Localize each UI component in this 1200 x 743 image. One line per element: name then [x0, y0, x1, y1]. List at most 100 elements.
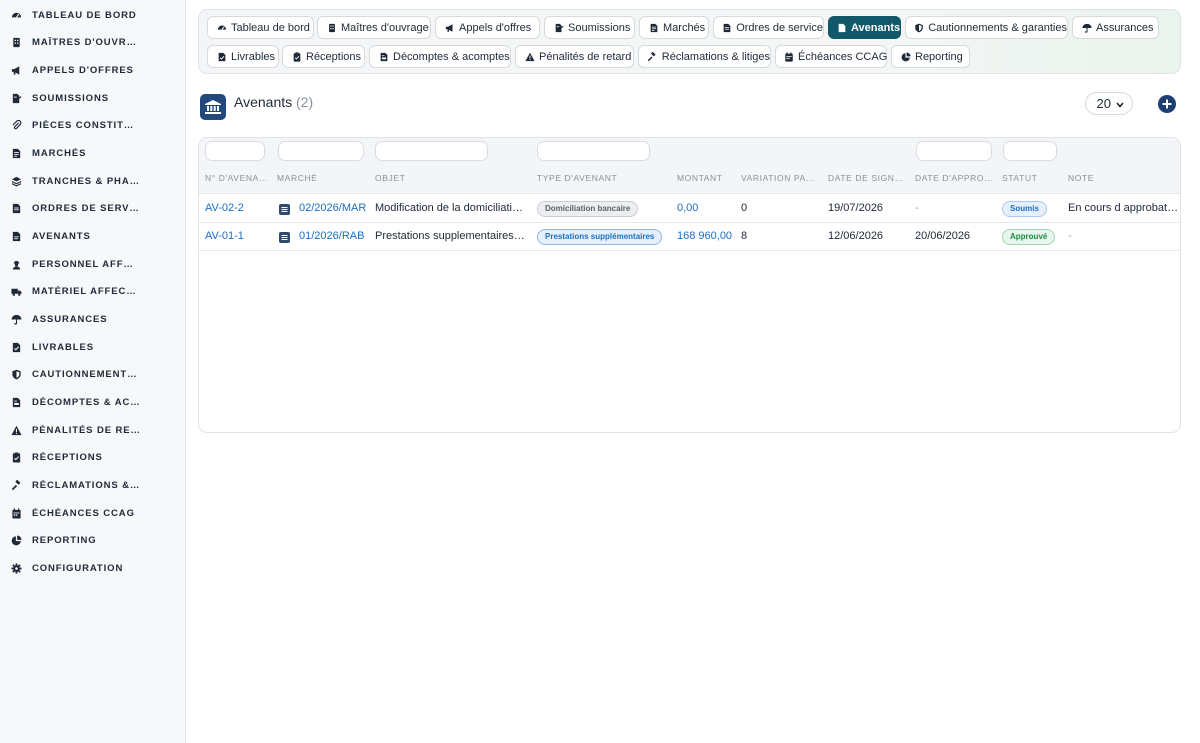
file-lines-icon [722, 22, 732, 33]
tab-avenants[interactable]: Avenants [828, 16, 901, 39]
status-badge: Soumis [1002, 201, 1047, 217]
sidebar-item-label: Assurances [32, 313, 108, 325]
sidebar-item-receptions[interactable]: Réceptions [0, 446, 186, 468]
filter-objet-input[interactable] [375, 141, 488, 161]
column-header[interactable]: Marché [277, 163, 367, 194]
marche-link[interactable]: 02/2026/MAR [299, 195, 369, 222]
column-header[interactable]: Objet [375, 163, 530, 194]
tab-maitres-d-ouvrage[interactable]: Maîtres d'ouvrage [317, 16, 431, 39]
sidebar-item-tranches-phases[interactable]: Tranches & phases [0, 170, 186, 192]
sidebar-item-materiel-affecte[interactable]: Matériel affecté [0, 280, 186, 302]
umbrella-icon [10, 313, 22, 325]
note-text: - [1068, 230, 1072, 242]
tab-livrables[interactable]: Livrables [207, 45, 279, 68]
tab-echeances-ccag[interactable]: Échéances CCAG [775, 45, 887, 68]
avenant-number-link[interactable]: AV-01-1 [205, 223, 271, 250]
column-header[interactable]: Statut [1002, 163, 1062, 194]
variation-value: 0 [741, 202, 748, 214]
warning-icon [524, 51, 535, 62]
sidebar-item-configuration[interactable]: Configuration [0, 557, 186, 579]
sidebar-item-reclamations-litiges[interactable]: Réclamations & litiges [0, 474, 186, 496]
tab-cautionnements-garanties[interactable]: Cautionnements & garanties [905, 16, 1068, 39]
filter-numero-input[interactable] [205, 141, 265, 161]
table-row[interactable]: AV-02-2 02/2026/MAR Modification de la dom… [199, 195, 1180, 223]
sidebar-item-label: Tableau de bord [32, 9, 137, 21]
sidebar-item-echeances-ccag[interactable]: Échéances CCAG [0, 502, 186, 524]
tab-ordres-de-service[interactable]: Ordres de service [713, 16, 824, 39]
page-size-select[interactable]: 20 [1085, 92, 1133, 115]
invoice-icon [10, 396, 22, 408]
megaphone-icon [444, 22, 455, 33]
date-approbation: 20/06/2026 [915, 230, 971, 242]
date-signature: 19/07/2026 [828, 202, 884, 214]
tab-label: Tableau de bord [231, 21, 310, 34]
invoice-icon [378, 51, 389, 62]
column-header[interactable]: N° d'avenant [205, 163, 271, 194]
tab-decomptes-acomptes[interactable]: Décomptes & acomptes [369, 45, 511, 68]
tab-label: Échéances CCAG [798, 50, 888, 63]
sidebar-item-marches[interactable]: Marchés [0, 142, 186, 164]
marche-link[interactable]: 01/2026/RAB [299, 223, 369, 250]
tab-assurances[interactable]: Assurances [1072, 16, 1159, 39]
user-hardhat-icon [10, 258, 22, 270]
add-avenant-button[interactable] [1158, 95, 1176, 113]
sidebar-item-penalites-de-retard[interactable]: Pénalités de retard [0, 419, 186, 441]
sidebar-item-reporting[interactable]: Reporting [0, 529, 186, 551]
sidebar-item-livrables[interactable]: Livrables [0, 336, 186, 358]
sidebar-item-soumissions[interactable]: Soumissions [0, 87, 186, 109]
tab-marches[interactable]: Marchés [639, 16, 709, 39]
tab-tableau-de-bord[interactable]: Tableau de bord [207, 16, 314, 39]
umbrella-icon [1081, 22, 1092, 33]
calendar-icon [10, 507, 22, 519]
warning-icon [10, 424, 22, 436]
tab-label: Pénalités de retard [539, 50, 632, 63]
sidebar-item-avenants[interactable]: Avenants [0, 225, 186, 247]
file-signature-icon [553, 22, 564, 33]
column-header[interactable]: Date de signa... [828, 163, 908, 194]
column-header[interactable]: Note [1068, 163, 1178, 194]
sidebar-item-decomptes-acomptes[interactable]: Décomptes & acomptes [0, 391, 186, 413]
tab-label: Décomptes & acomptes [393, 50, 510, 63]
shield-icon [914, 22, 924, 33]
tab-label: Ordres de service [736, 21, 823, 34]
column-header[interactable]: Variation par... [741, 163, 821, 194]
sidebar-item-personnel-affecte[interactable]: Personnel affecté [0, 253, 186, 275]
filter-type-input[interactable] [537, 141, 650, 161]
tab-label: Appels d'offres [459, 21, 532, 34]
file-contract-icon [648, 22, 659, 33]
filter-date-approbation-input[interactable] [916, 141, 992, 161]
filter-marche-input[interactable] [278, 141, 364, 161]
tab-soumissions[interactable]: Soumissions [544, 16, 635, 39]
sidebar-item-label: Décomptes & acomptes [32, 396, 140, 408]
sidebar-item-cautionnements-garanties[interactable]: Cautionnements & garanties [0, 363, 186, 385]
file-lines-icon [10, 202, 22, 214]
sidebar-item-label: Maîtres d'ouvrage [32, 36, 140, 48]
tab-appels-d-offres[interactable]: Appels d'offres [435, 16, 540, 39]
file-contract-icon [10, 147, 22, 159]
filter-statut-input[interactable] [1003, 141, 1057, 161]
sidebar-item-ordres-de-service[interactable]: Ordres de service [0, 197, 186, 219]
tab-label: Reporting [915, 50, 963, 63]
page-title: Avenants (2) [234, 94, 313, 110]
building-icon [10, 36, 22, 48]
file-check-icon [10, 341, 22, 353]
tab-label: Cautionnements & garanties [928, 21, 1067, 34]
sidebar-item-label: Réceptions [32, 451, 103, 463]
tab-receptions[interactable]: Réceptions [282, 45, 365, 68]
objet-text: Modification de la domiciliation bancair… [375, 202, 525, 214]
tab-reclamations-litiges[interactable]: Réclamations & litiges [638, 45, 771, 68]
column-header[interactable]: Type d'avenant [537, 163, 667, 194]
column-header[interactable]: Montant [677, 163, 737, 194]
sidebar-item-assurances[interactable]: Assurances [0, 308, 186, 330]
column-header[interactable]: Date d'appro... [915, 163, 995, 194]
sidebar-item-pieces-constitutives[interactable]: Pièces constitutives [0, 114, 186, 136]
sidebar-item-maitres-d-ouvrage[interactable]: Maîtres d'ouvrage [0, 31, 186, 53]
avenant-number-link[interactable]: AV-02-2 [205, 195, 271, 222]
tab-reporting[interactable]: Reporting [891, 45, 970, 68]
tab-label: Soumissions [568, 21, 631, 34]
table-row[interactable]: AV-01-1 01/2026/RAB Prestations supplement… [199, 223, 1180, 251]
sidebar-item-tableau-de-bord[interactable]: Tableau de bord [0, 4, 186, 26]
sidebar-item-label: Cautionnements & garanties [32, 368, 140, 380]
tab-penalites-de-retard[interactable]: Pénalités de retard [515, 45, 634, 68]
sidebar-item-appels-d-offres[interactable]: Appels d'offres [0, 59, 186, 81]
